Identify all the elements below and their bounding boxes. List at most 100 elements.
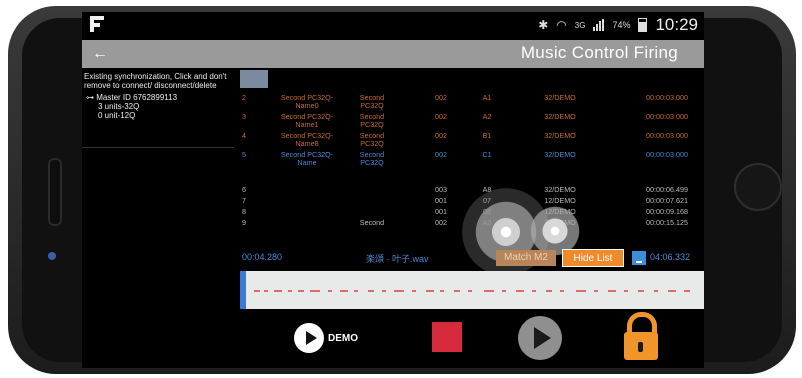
demo-button[interactable]: DEMO — [294, 323, 358, 353]
table-row[interactable]: 5 Second PC32Q-Name Second PC32Q 002 C1 32/DE… — [240, 149, 704, 169]
timeline-cue-mark — [310, 290, 320, 292]
play-button[interactable] — [518, 316, 562, 360]
battery-icon — [638, 18, 648, 32]
demo-label: DEMO — [328, 332, 358, 344]
playhead[interactable] — [240, 271, 246, 309]
cell-time: 00:00:03.000 — [646, 112, 688, 121]
cell-idx: 9 — [242, 218, 246, 227]
cell-desc: 32/DEMO — [544, 131, 576, 140]
cell-module: Second PC32Q — [359, 112, 385, 129]
timeline-cue-mark — [484, 290, 494, 292]
timeline-cue-mark — [594, 290, 598, 292]
timeline-cue-mark — [412, 290, 416, 292]
timeline-cue-mark — [654, 290, 658, 292]
timeline-cue-mark — [254, 290, 260, 292]
cell-time: 00:00:07.621 — [646, 196, 688, 205]
link-icon: ⊶ — [86, 93, 94, 102]
timeline-cue-mark — [684, 290, 690, 292]
playback-info: 00:04.280 楽頌 · 叶子.wav Match M2 Hide List… — [240, 248, 704, 270]
phone-camera — [48, 252, 56, 260]
cell-idx: 2 — [242, 93, 246, 102]
back-arrow-icon[interactable]: ← — [92, 45, 108, 63]
cell-time: 00:00:03.000 — [646, 93, 688, 102]
cell-name: Second PC32Q-Name8 — [280, 131, 334, 148]
cell-num: 001 — [435, 196, 447, 205]
timeline-cue-mark — [298, 290, 304, 292]
cell-num: 001 — [435, 207, 447, 216]
timeline-cue-mark — [288, 290, 292, 292]
cell-name: Second PC32Q-Name0 — [280, 93, 334, 110]
device-panel: Existing synchronization, Click and don'… — [82, 70, 234, 270]
cell-desc: 32/DEMO — [544, 93, 576, 102]
cell-idx: 4 — [242, 131, 246, 140]
cell-num: 003 — [435, 185, 447, 194]
table-row[interactable]: 4 Second PC32Q-Name8 Second PC32Q 002 B1 32/D… — [240, 130, 704, 150]
app-screen: ✱ ◠ 3G 74% 10:29 ← Music Control Firing … — [82, 12, 704, 368]
status-icons: ✱ ◠ 3G 74% 10:29 — [538, 15, 698, 35]
home-button[interactable] — [734, 163, 782, 211]
master-id: Master ID 6762899113 — [96, 93, 178, 102]
stop-button[interactable] — [432, 322, 462, 352]
unit-item-32q[interactable]: 3 units-32Q — [82, 102, 234, 111]
cell-cue: C1 — [482, 150, 492, 159]
timeline-cue-mark — [624, 290, 628, 292]
timeline-cue-mark — [608, 290, 616, 292]
cell-time: 00:00:09.168 — [646, 207, 688, 216]
app-logo-icon — [90, 16, 104, 32]
master-device-item[interactable]: ⊶ Master ID 6762899113 — [82, 93, 234, 102]
timeline-cue-mark — [638, 290, 644, 292]
cell-cue: B1 — [482, 131, 492, 140]
timeline-cue-mark — [454, 290, 460, 292]
timeline-cue-mark — [502, 290, 506, 292]
cell-desc: 32/DEMO — [544, 112, 576, 121]
timeline-cue-mark — [382, 290, 386, 292]
timeline-cue-mark — [668, 290, 676, 292]
timeline-cue-mark — [468, 290, 472, 292]
unlock-icon[interactable] — [620, 312, 660, 362]
timeline-cue-mark — [440, 290, 444, 292]
timeline-cue-mark — [328, 290, 332, 292]
bluetooth-icon: ✱ — [538, 18, 549, 32]
cell-num: 002 — [435, 131, 447, 140]
cell-name: Second PC32Q-Name — [280, 150, 334, 167]
network-type: 3G — [574, 20, 586, 30]
audio-timeline[interactable] — [240, 271, 704, 309]
timeline-cue-mark — [560, 290, 564, 292]
timeline-cue-mark — [576, 290, 586, 292]
download-icon[interactable] — [632, 251, 646, 265]
match-button[interactable]: Match M2 — [496, 250, 556, 266]
cell-idx: 5 — [242, 150, 246, 159]
timeline-cue-mark — [274, 290, 282, 292]
cell-module: Second — [359, 218, 385, 227]
app-title-bar: ← Music Control Firing — [82, 40, 704, 68]
signal-icon — [593, 19, 605, 31]
cell-time: 00:00:06.499 — [646, 185, 688, 194]
timeline-cue-mark — [546, 290, 552, 292]
cell-idx: 8 — [242, 207, 246, 216]
cell-name: Second PC32Q-Name1 — [280, 112, 334, 129]
timeline-cue-mark — [368, 290, 374, 292]
panel-divider — [82, 147, 234, 148]
cell-idx: 3 — [242, 112, 246, 121]
control-bar: DEMO — [234, 310, 704, 368]
timeline-cue-mark — [426, 290, 434, 292]
table-row[interactable]: 3 Second PC32Q-Name1 Second PC32Q 002 A2 32/D… — [240, 111, 704, 131]
table-row[interactable]: 2 Second PC32Q-Name0 Second PC32Q 002 A1 32/D… — [240, 92, 704, 112]
timeline-cue-mark — [264, 290, 268, 292]
cell-idx: 7 — [242, 196, 246, 205]
sync-hint: Existing synchronization, Click and don'… — [84, 72, 227, 90]
battery-percent: 74% — [612, 20, 631, 30]
clock: 10:29 — [655, 15, 698, 34]
timeline-cue-mark — [516, 290, 524, 292]
table-row[interactable]: 6 003 A8 32/DEMO 00:00:06.499 — [240, 184, 704, 195]
cell-num: 002 — [435, 218, 447, 227]
hide-list-button[interactable]: Hide List — [562, 249, 624, 267]
play-circle-icon — [294, 323, 324, 353]
cell-num: 002 — [435, 93, 447, 102]
cell-time: 00:00:15.125 — [646, 218, 688, 227]
timeline-cue-mark — [532, 290, 536, 292]
cell-cue: A1 — [482, 93, 492, 102]
table-corner-header — [240, 70, 268, 88]
unit-item-12q[interactable]: 0 unit-12Q — [82, 111, 234, 120]
phone-speaker — [48, 158, 62, 226]
